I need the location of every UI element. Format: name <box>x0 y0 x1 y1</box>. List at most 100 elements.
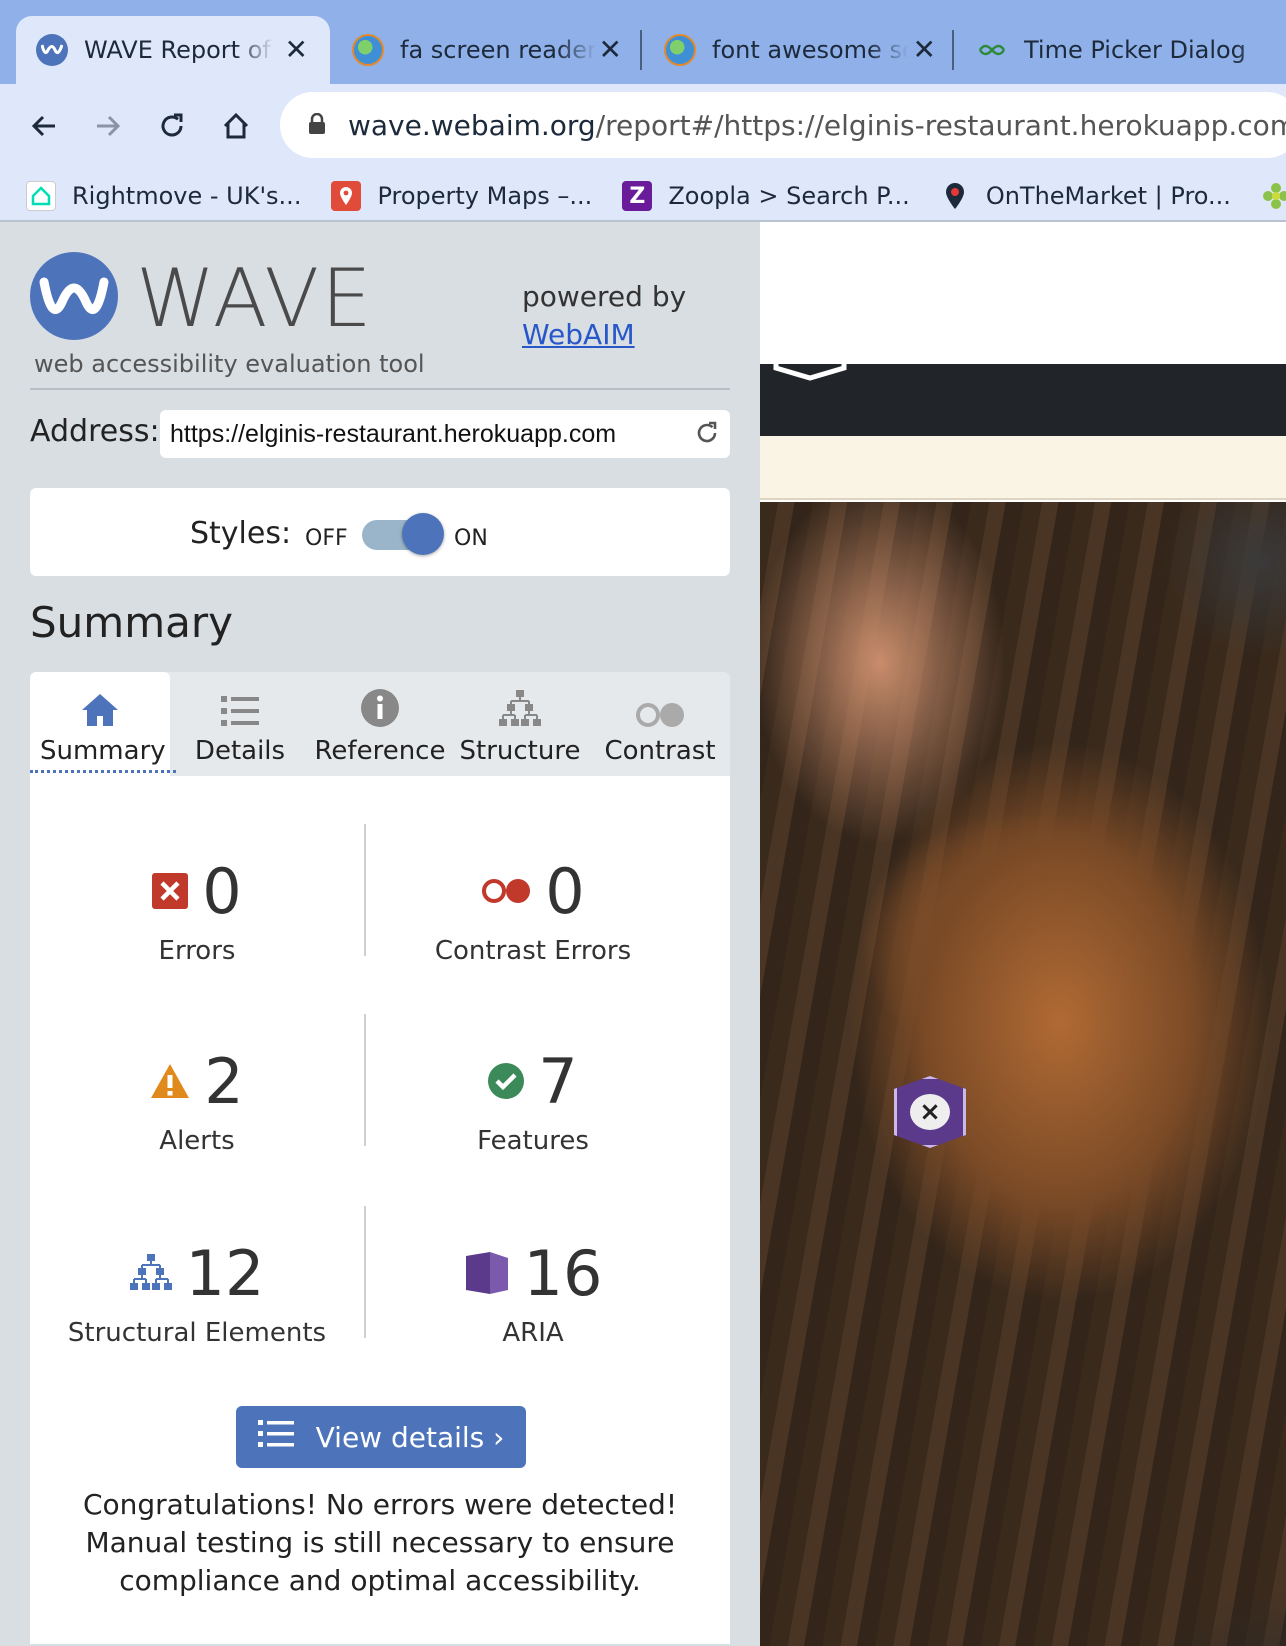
tab-summary[interactable]: Summary <box>30 672 176 776</box>
aria-icon <box>465 1252 508 1294</box>
tab-title: font awesome scr <box>712 36 908 64</box>
bookmark-h[interactable]: H <box>1261 181 1286 211</box>
bookmark-property-maps[interactable]: Property Maps –... <box>331 181 592 211</box>
bookmark-label: Property Maps –... <box>377 182 593 210</box>
forward-arrow-icon <box>97 115 121 137</box>
tab-title: Time Picker Dialog <box>1024 36 1246 64</box>
reload-button[interactable] <box>148 102 196 150</box>
close-tab-icon[interactable]: ✕ <box>285 34 308 66</box>
wave-brand: WAVE <box>136 252 374 345</box>
close-icon: × <box>910 1094 950 1130</box>
address-value: https://elginis-restaurant.herokuapp.com <box>170 419 617 448</box>
webaim-link[interactable]: WebAIM <box>522 318 635 351</box>
tab-details[interactable]: Details <box>170 672 310 776</box>
contrast-icon <box>590 672 730 736</box>
close-tab-icon[interactable]: ✕ <box>599 34 622 66</box>
bookmark-label: OnTheMarket | Pro... <box>985 182 1231 210</box>
tab-contrast[interactable]: Contrast <box>590 672 730 776</box>
stat-structural-elements[interactable]: 12 Structural Elements <box>30 1236 364 1349</box>
rightmove-icon <box>26 181 56 211</box>
contrast-errors-label: Contrast Errors <box>434 936 632 966</box>
address-label: Address: <box>30 414 160 449</box>
tab-label: Reference <box>314 736 446 766</box>
browser-tab-font-awesome[interactable]: font awesome scr ✕ <box>662 16 952 84</box>
forward-button[interactable] <box>84 102 132 150</box>
bookmark-zoopla[interactable]: Z Zoopla > Search P... <box>622 181 910 211</box>
alerts-label: Alerts <box>159 1126 235 1156</box>
browser-tab-fa-screen-reader[interactable]: fa screen reader c ✕ <box>350 16 640 84</box>
errors-count: 0 <box>202 854 242 928</box>
hero-pizza-image <box>760 502 1286 1646</box>
home-icon <box>30 672 170 736</box>
alert-icon <box>151 1064 190 1098</box>
structural-count: 12 <box>185 1236 265 1310</box>
tab-separator <box>640 30 642 70</box>
stat-errors[interactable]: 0 Errors <box>30 854 364 966</box>
wave-favicon-icon <box>36 34 68 66</box>
features-label: Features <box>477 1126 589 1156</box>
contrast-errors-count: 0 <box>545 854 585 928</box>
features-count: 7 <box>538 1044 578 1118</box>
errors-label: Errors <box>158 936 236 966</box>
mui-favicon-icon <box>976 34 1008 66</box>
error-icon <box>152 873 189 909</box>
bookmark-label: Rightmove - UK's... <box>72 182 302 210</box>
wave-logo-icon <box>30 252 118 340</box>
aria-label: ARIA <box>502 1318 564 1348</box>
reload-icon <box>161 113 183 137</box>
wave-panel: WAVE web accessibility evaluation tool p… <box>0 222 760 1646</box>
styles-label: Styles: <box>190 516 292 551</box>
browser-toolbar: wave.webaim.org/report#/https://elginis-… <box>0 84 1286 238</box>
lock-icon <box>308 109 326 142</box>
globe-favicon-icon <box>352 34 384 66</box>
tab-label: Details <box>194 736 286 766</box>
stat-alerts[interactable]: 2 Alerts <box>30 1044 364 1156</box>
view-details-button[interactable]: View details › <box>236 1406 526 1468</box>
back-button[interactable] <box>20 102 68 150</box>
tab-title: WAVE Report of E <box>84 36 274 64</box>
tab-label: Structure <box>459 736 581 766</box>
wave-tagline: web accessibility evaluation tool <box>34 350 425 378</box>
tab-structure[interactable]: Structure <box>450 672 590 776</box>
tab-reference[interactable]: Reference <box>310 672 450 776</box>
info-icon <box>310 672 450 736</box>
feature-check-icon <box>488 1063 525 1099</box>
view-details-label: View details › <box>315 1420 505 1454</box>
browser-tab-wave[interactable]: WAVE Report of E ✕ <box>16 16 330 84</box>
site-banner-strip <box>760 436 1286 500</box>
summary-heading: Summary <box>30 598 233 647</box>
stat-contrast-errors[interactable]: 0 Contrast Errors <box>366 854 700 967</box>
stat-features[interactable]: 7 Features <box>366 1044 700 1157</box>
bookmark-rightmove[interactable]: Rightmove - UK's... <box>26 181 301 211</box>
summary-stats: 0 Errors 0 Contrast Errors 2 Alerts 7 Fe… <box>30 776 730 1644</box>
globe-favicon-icon <box>664 34 696 66</box>
site-logo-icon <box>773 354 847 381</box>
refresh-icon[interactable] <box>694 420 720 453</box>
styles-off-label: OFF <box>305 526 348 551</box>
wave-aria-marker-icon[interactable]: × <box>894 1076 966 1148</box>
home-button[interactable] <box>212 102 260 150</box>
styles-on-label: ON <box>454 526 488 551</box>
structure-icon <box>129 1254 172 1290</box>
stat-aria[interactable]: 16 ARIA <box>366 1236 700 1348</box>
zoopla-icon: Z <box>622 181 653 211</box>
styles-toggle-knob[interactable] <box>402 513 444 555</box>
bookmark-onthemarket[interactable]: OnTheMarket | Pro... <box>940 181 1231 211</box>
address-input[interactable]: https://elginis-restaurant.herokuapp.com <box>160 410 730 458</box>
browser-tab-time-picker[interactable]: Time Picker Dialog <box>974 16 1286 84</box>
list-icon <box>170 672 310 736</box>
alerts-count: 2 <box>204 1044 244 1118</box>
bookmarks-bar: Rightmove - UK's... Property Maps –... Z… <box>0 168 1286 224</box>
address-bar[interactable]: wave.webaim.org/report#/https://elginis-… <box>280 92 1286 158</box>
structural-label: Structural Elements <box>67 1318 327 1348</box>
contrast-error-icon <box>482 879 531 903</box>
list-icon <box>257 1419 294 1456</box>
onthemarket-icon <box>940 181 970 211</box>
aria-count: 16 <box>523 1236 603 1310</box>
close-tab-icon[interactable]: ✕ <box>913 34 936 66</box>
property-maps-icon <box>331 181 362 211</box>
tab-separator <box>952 30 954 70</box>
wave-tab-list: Summary Details Reference Structure Cont… <box>30 672 730 776</box>
site-navbar <box>760 354 1286 436</box>
page-preview: × <box>760 222 1286 1646</box>
